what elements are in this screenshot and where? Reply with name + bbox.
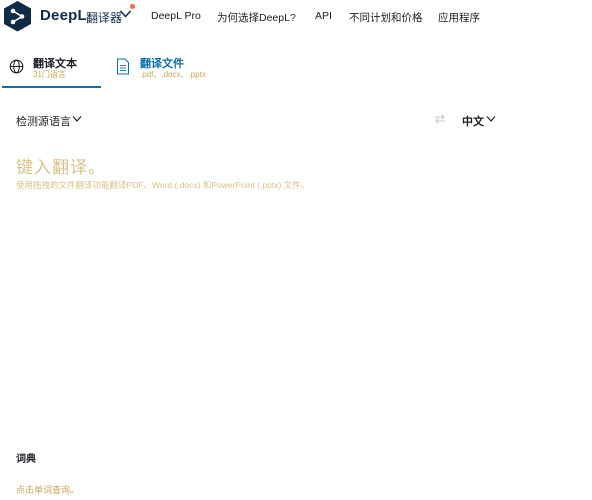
chevron-down-icon[interactable]: [119, 9, 132, 19]
input-placeholder: 键入翻译。: [16, 158, 106, 177]
target-language-select[interactable]: 中文: [462, 113, 484, 129]
document-icon[interactable]: [116, 58, 130, 75]
source-language-select[interactable]: 检测源语言: [16, 113, 71, 129]
nav-deepl-pro[interactable]: DeepL Pro: [151, 10, 201, 22]
swap-languages-icon[interactable]: [434, 113, 446, 125]
input-hint: 使用拖拽的文件翻译功能翻译PDF、Word (.docx) 和PowerPoin…: [16, 180, 310, 190]
dictionary-hint: 点击单词查询。: [16, 485, 80, 495]
nav-plans-pricing[interactable]: 不同计划和价格: [349, 10, 423, 25]
tab-document-subtitle: .pdf、.docx、.pptx: [140, 70, 206, 79]
deepl-logo-icon[interactable]: [1, 0, 34, 33]
notification-dot: [130, 4, 135, 9]
tab-text-subtitle: 31门语言: [33, 70, 66, 79]
brand-name[interactable]: DeepL: [40, 7, 87, 24]
active-tab-indicator: [2, 86, 101, 88]
globe-icon: [9, 59, 24, 74]
dictionary-title: 词典: [16, 454, 36, 465]
nav-api[interactable]: API: [315, 10, 332, 22]
chevron-down-icon[interactable]: [486, 115, 496, 123]
nav-apps[interactable]: 应用程序: [438, 10, 480, 25]
brand-subtitle[interactable]: 翻译器: [86, 9, 122, 26]
chevron-down-icon[interactable]: [72, 115, 82, 123]
nav-why-deepl[interactable]: 为何选择DeepL?: [217, 10, 296, 25]
